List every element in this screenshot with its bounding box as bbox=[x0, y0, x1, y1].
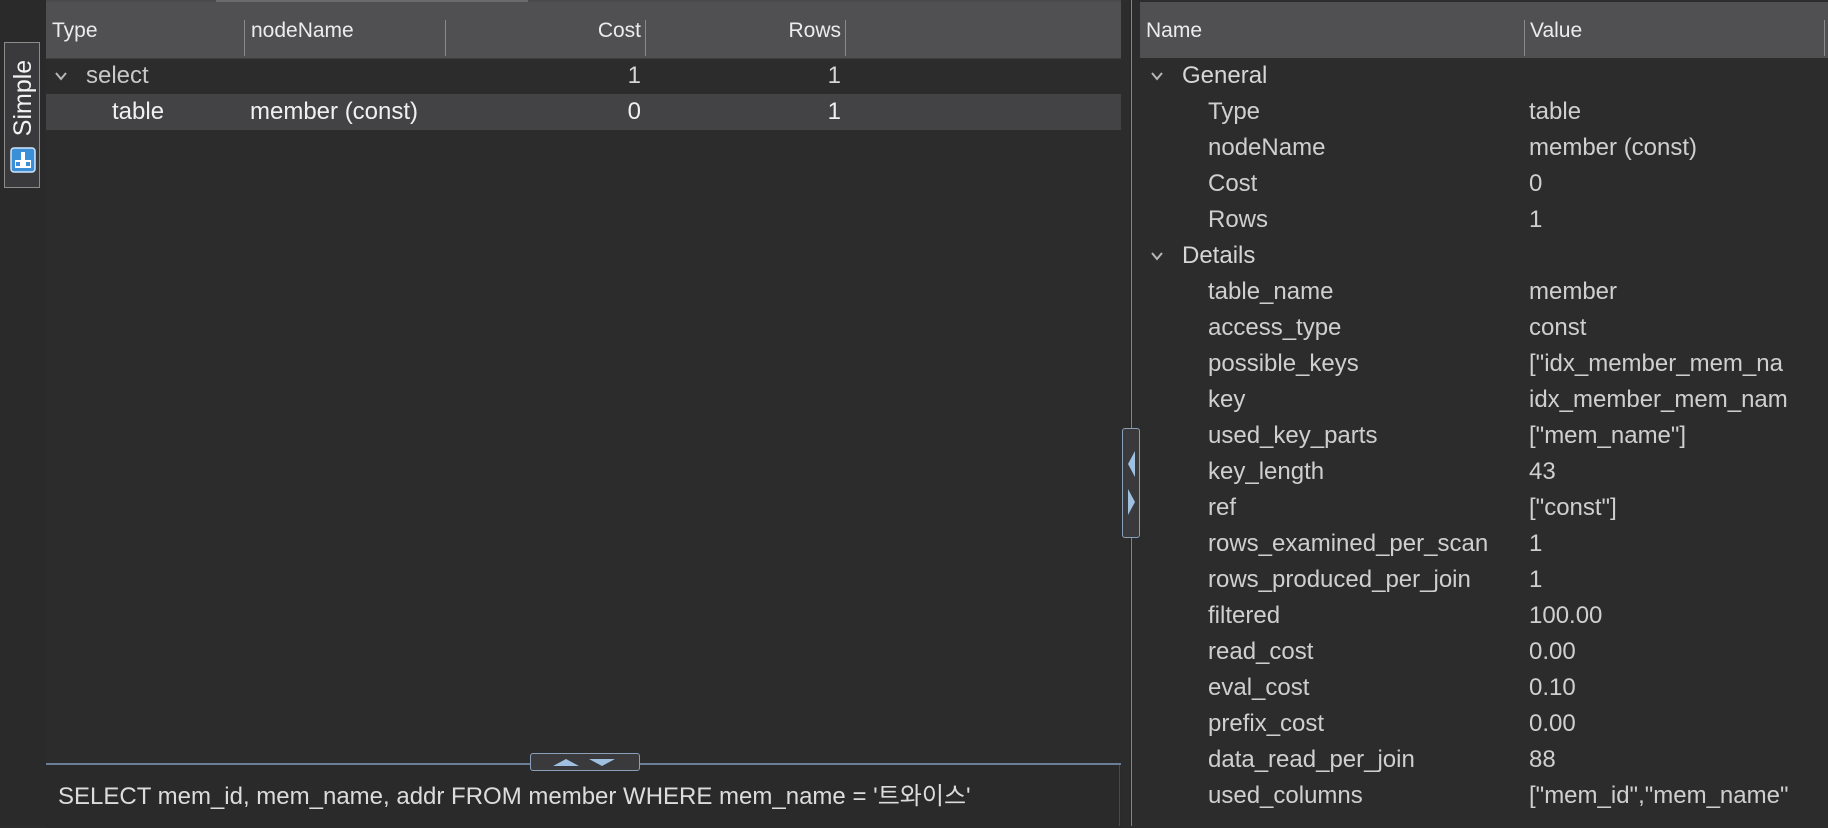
property-name: key_length bbox=[1208, 458, 1325, 485]
vertical-splitter-handle[interactable] bbox=[1122, 428, 1140, 538]
plan-view-icon bbox=[10, 147, 36, 173]
property-value: member bbox=[1529, 278, 1618, 305]
property-row[interactable]: key idx_member_mem_nam bbox=[1140, 382, 1828, 418]
property-row[interactable]: access_type const bbox=[1140, 310, 1828, 346]
row-cost: 1 bbox=[627, 62, 641, 89]
property-name: Rows bbox=[1208, 206, 1269, 233]
property-value: table bbox=[1529, 98, 1582, 125]
row-rows: 1 bbox=[827, 98, 841, 125]
property-value: 1 bbox=[1529, 566, 1543, 593]
property-row[interactable]: filtered 100.00 bbox=[1140, 598, 1828, 634]
property-name: key bbox=[1208, 386, 1246, 413]
property-name: used_columns bbox=[1208, 782, 1363, 809]
property-value: member (const) bbox=[1529, 134, 1698, 161]
properties-header: Name Value bbox=[1140, 2, 1828, 58]
vertical-divider-line bbox=[1131, 0, 1132, 826]
property-row[interactable]: rows_examined_per_scan 1 bbox=[1140, 526, 1828, 562]
property-group-details[interactable]: Details bbox=[1140, 238, 1828, 274]
property-name: filtered bbox=[1208, 602, 1281, 629]
column-header-name[interactable]: Name bbox=[1146, 2, 1202, 58]
property-row[interactable]: used_columns ["mem_id","mem_name" bbox=[1140, 778, 1828, 814]
property-name: eval_cost bbox=[1208, 674, 1310, 701]
column-header-rows[interactable]: Rows bbox=[646, 2, 841, 58]
chevron-down-icon[interactable] bbox=[1150, 69, 1164, 83]
property-row[interactable]: prefix_cost 0.00 bbox=[1140, 706, 1828, 742]
row-type: select bbox=[86, 62, 149, 89]
property-group-general[interactable]: General bbox=[1140, 58, 1828, 94]
property-name: read_cost bbox=[1208, 638, 1314, 665]
property-value: 0.10 bbox=[1529, 674, 1576, 701]
column-header-cost[interactable]: Cost bbox=[446, 2, 641, 58]
property-value: 100.00 bbox=[1529, 602, 1603, 629]
property-value: 1 bbox=[1529, 206, 1543, 233]
property-row[interactable]: Type table bbox=[1140, 94, 1828, 130]
property-value: ["idx_member_mem_na bbox=[1529, 350, 1783, 377]
row-rows: 1 bbox=[827, 62, 841, 89]
property-name: rows_produced_per_join bbox=[1208, 566, 1471, 593]
column-separator[interactable] bbox=[1824, 20, 1825, 56]
property-value: 0.00 bbox=[1529, 710, 1576, 737]
property-name: ref bbox=[1208, 494, 1237, 521]
property-name: data_read_per_join bbox=[1208, 746, 1415, 773]
property-name: Cost bbox=[1208, 170, 1258, 197]
property-row[interactable]: used_key_parts ["mem_name"] bbox=[1140, 418, 1828, 454]
property-row[interactable]: nodeName member (const) bbox=[1140, 130, 1828, 166]
property-value: 0 bbox=[1529, 170, 1543, 197]
column-separator[interactable] bbox=[244, 20, 245, 56]
property-row[interactable]: eval_cost 0.10 bbox=[1140, 670, 1828, 706]
property-row[interactable]: read_cost 0.00 bbox=[1140, 634, 1828, 670]
property-row[interactable]: key_length 43 bbox=[1140, 454, 1828, 490]
property-value: ["mem_name"] bbox=[1529, 422, 1687, 449]
row-node-name: member (const) bbox=[250, 98, 419, 125]
property-row[interactable]: data_read_per_join 88 bbox=[1140, 742, 1828, 778]
row-type: table bbox=[112, 98, 165, 125]
property-row[interactable]: Rows 1 bbox=[1140, 202, 1828, 238]
tab-simple[interactable]: Simple bbox=[4, 42, 40, 188]
horizontal-splitter-handle[interactable] bbox=[530, 753, 640, 771]
splitter-arrows-icon[interactable] bbox=[1125, 447, 1137, 519]
property-name: possible_keys bbox=[1208, 350, 1359, 377]
column-separator[interactable] bbox=[845, 20, 846, 56]
sql-query-text[interactable]: SELECT mem_id, mem_name, addr FROM membe… bbox=[58, 776, 971, 811]
splitter-arrows-icon[interactable] bbox=[549, 757, 621, 767]
sql-area-border bbox=[1119, 765, 1120, 826]
tab-simple-label: Simple bbox=[9, 59, 37, 137]
property-row[interactable]: ref ["const"] bbox=[1140, 490, 1828, 526]
column-header-type[interactable]: Type bbox=[52, 2, 98, 58]
property-row[interactable]: possible_keys ["idx_member_mem_na bbox=[1140, 346, 1828, 382]
column-separator[interactable] bbox=[1524, 20, 1525, 56]
property-value: 0.00 bbox=[1529, 638, 1576, 665]
property-name: rows_examined_per_scan bbox=[1208, 530, 1489, 557]
property-value: 43 bbox=[1529, 458, 1556, 485]
row-cost: 0 bbox=[627, 98, 641, 125]
column-header-value[interactable]: Value bbox=[1530, 2, 1582, 58]
property-value: 88 bbox=[1529, 746, 1556, 773]
property-name: Type bbox=[1208, 98, 1261, 125]
plan-table-header: Type nodeName Cost Rows bbox=[46, 2, 1121, 59]
property-value: ["mem_id","mem_name" bbox=[1529, 782, 1789, 809]
property-row[interactable]: table_name member bbox=[1140, 274, 1828, 310]
property-value: const bbox=[1529, 314, 1587, 341]
plan-row-select[interactable]: select 1 1 bbox=[46, 58, 1121, 94]
column-header-nodename[interactable]: nodeName bbox=[251, 2, 354, 58]
property-name: nodeName bbox=[1208, 134, 1326, 161]
property-row[interactable]: rows_produced_per_join 1 bbox=[1140, 562, 1828, 598]
property-name: used_key_parts bbox=[1208, 422, 1378, 449]
property-group-label: General bbox=[1182, 62, 1268, 89]
property-value: ["const"] bbox=[1529, 494, 1617, 521]
property-value: idx_member_mem_nam bbox=[1529, 386, 1788, 413]
property-name: table_name bbox=[1208, 278, 1334, 305]
property-value: 1 bbox=[1529, 530, 1543, 557]
chevron-down-icon[interactable] bbox=[54, 69, 68, 83]
property-name: prefix_cost bbox=[1208, 710, 1325, 737]
plan-row-table[interactable]: table member (const) 0 1 bbox=[46, 94, 1121, 130]
property-name: access_type bbox=[1208, 314, 1342, 341]
property-row[interactable]: Cost 0 bbox=[1140, 166, 1828, 202]
chevron-down-icon[interactable] bbox=[1150, 249, 1164, 263]
property-group-label: Details bbox=[1182, 242, 1256, 269]
